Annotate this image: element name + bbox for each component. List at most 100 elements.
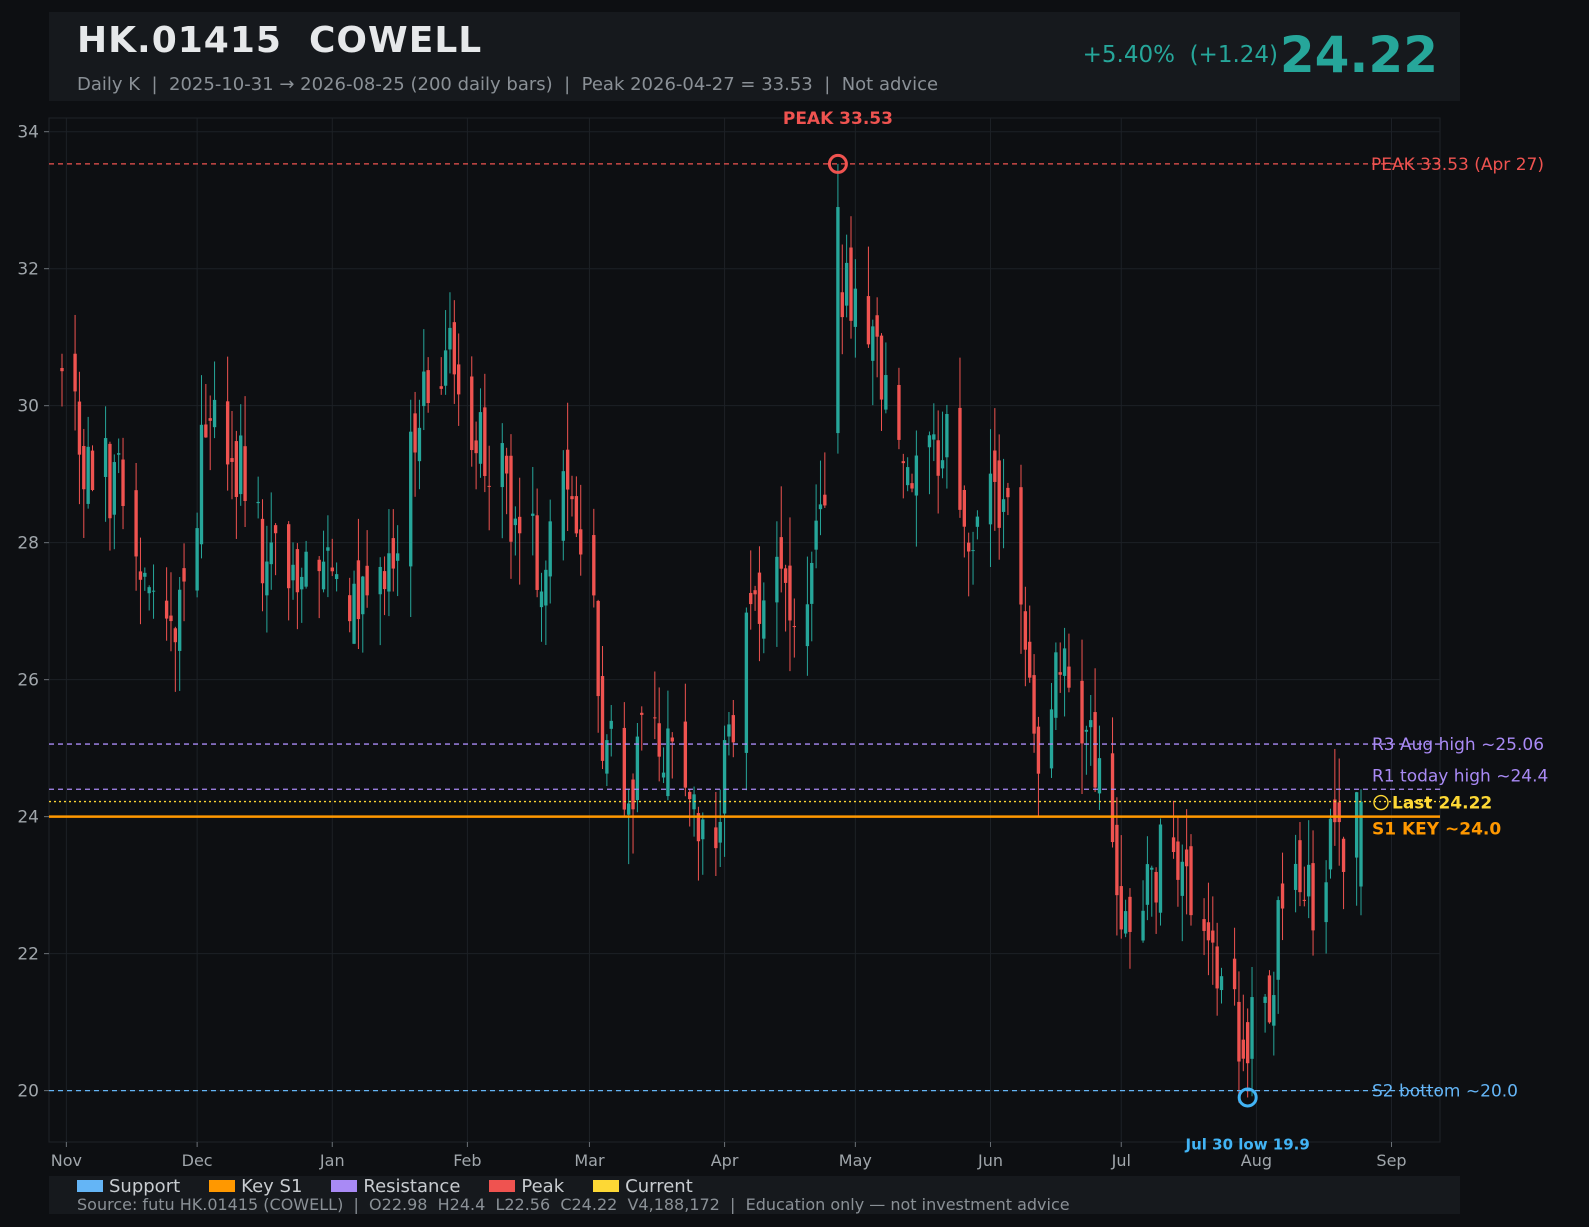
candle-body [208,418,212,421]
candle-body [670,737,674,742]
candle-body [321,561,326,590]
candle-body [971,550,975,552]
candle-body [631,779,635,810]
candle-body [1110,753,1115,843]
candle-body [661,772,666,778]
x-tick-label: May [839,1151,872,1170]
candle-body [443,350,448,386]
candle-body [1189,846,1193,916]
candle-body [940,460,945,469]
candle-body [448,327,452,350]
candle-body [1237,1001,1241,1062]
x-tick-label: Jul [1111,1151,1131,1170]
candle-body [823,494,827,506]
candle-body [178,589,182,651]
candle-body [417,427,422,462]
candle-body [635,736,640,801]
candle-body [1311,863,1315,931]
candle-body [352,583,356,644]
candle-body [844,262,849,306]
legend-swatch-key-s1 [209,1180,236,1192]
candle-body [273,525,278,534]
candle-body [988,473,993,525]
last-level-label: Last 24.22 [1392,794,1492,814]
y-tick-label: 34 [17,123,39,143]
candle-body [147,587,151,594]
peak-level-label: PEAK 33.53 (Apr 27) [1371,155,1544,175]
candle-body [539,591,544,608]
candle-body [1302,899,1307,901]
candle-body [1176,841,1180,880]
legend-label-current: Current [625,1175,693,1197]
candle-body [788,565,792,621]
candle-body [622,727,626,810]
candle-body [1115,824,1119,896]
candle-body [108,443,112,519]
candle-body [666,728,670,797]
candle-body [640,712,644,715]
candle-body [169,615,173,622]
candle-body [164,600,169,619]
candle-body [1019,487,1023,605]
candle-body [387,553,391,592]
candle-body [391,538,395,569]
candle-body [836,207,840,434]
candle-body [753,590,757,595]
candle-body [897,384,901,440]
candle-body [334,574,339,580]
candle-body [1123,911,1128,934]
candle-body [927,435,932,448]
candle-body [544,569,548,606]
candle-body [1272,995,1276,1026]
candle-body [962,490,967,527]
candle-body [395,553,400,561]
x-tick-label: Jun [977,1151,1003,1170]
x-tick-label: Dec [182,1151,213,1170]
candle-body [997,460,1001,528]
plot-area [48,117,1441,1143]
source-note: Source: futu HK.01415 (COWELL) | O22.98 … [77,1195,1070,1214]
candle-body [853,288,858,327]
candle-body [409,431,413,567]
candle-body [1006,487,1010,498]
candle-body [1359,801,1363,887]
candle-body [1324,882,1328,923]
candle-body [326,547,330,551]
candle-body [1080,680,1084,744]
legend-label-key-s1: Key S1 [241,1175,303,1197]
candle-body [82,446,86,490]
r1-level-label: R1 today high ~24.4 [1372,766,1548,786]
candle-body [548,521,552,577]
candle-body [291,564,295,581]
candle-body [1245,1022,1250,1064]
legend-label-resistance: Resistance [363,1175,461,1197]
candle-body [1145,864,1150,905]
candle-body [204,424,208,438]
candle-body [975,516,980,527]
candle-body [762,600,766,639]
candle-body [1341,838,1346,872]
candle-body [932,434,936,440]
candle-body [627,803,631,815]
legend-item-key-s1: Key S1 [209,1175,303,1197]
x-tick-label: Jan [319,1151,345,1170]
candle-body [775,556,779,603]
candle-body [73,353,77,392]
candle-body [474,440,478,454]
chart-legend: Support Key S1 Resistance Peak Current [77,1175,722,1197]
x-tick-label: Sep [1376,1151,1406,1170]
legend-swatch-current [593,1180,620,1192]
candle-body [1141,910,1145,941]
candlestick-chart: 20 22 24 26 28 30 32 34 Nov Dec Jan Feb Mar Apr May Jun… [17,109,1548,1170]
chart-footer: Support Key S1 Resistance Peak Current S… [49,1176,1460,1214]
candle-body [967,542,971,552]
candle-body [531,513,535,516]
candle-body [683,721,688,788]
candle-body [805,604,810,647]
candle-body [605,740,609,774]
candle-body [487,485,491,487]
candle-body [535,515,539,590]
candle-body [840,292,844,318]
candle-body [1067,666,1071,688]
candle-body [1276,900,1280,980]
